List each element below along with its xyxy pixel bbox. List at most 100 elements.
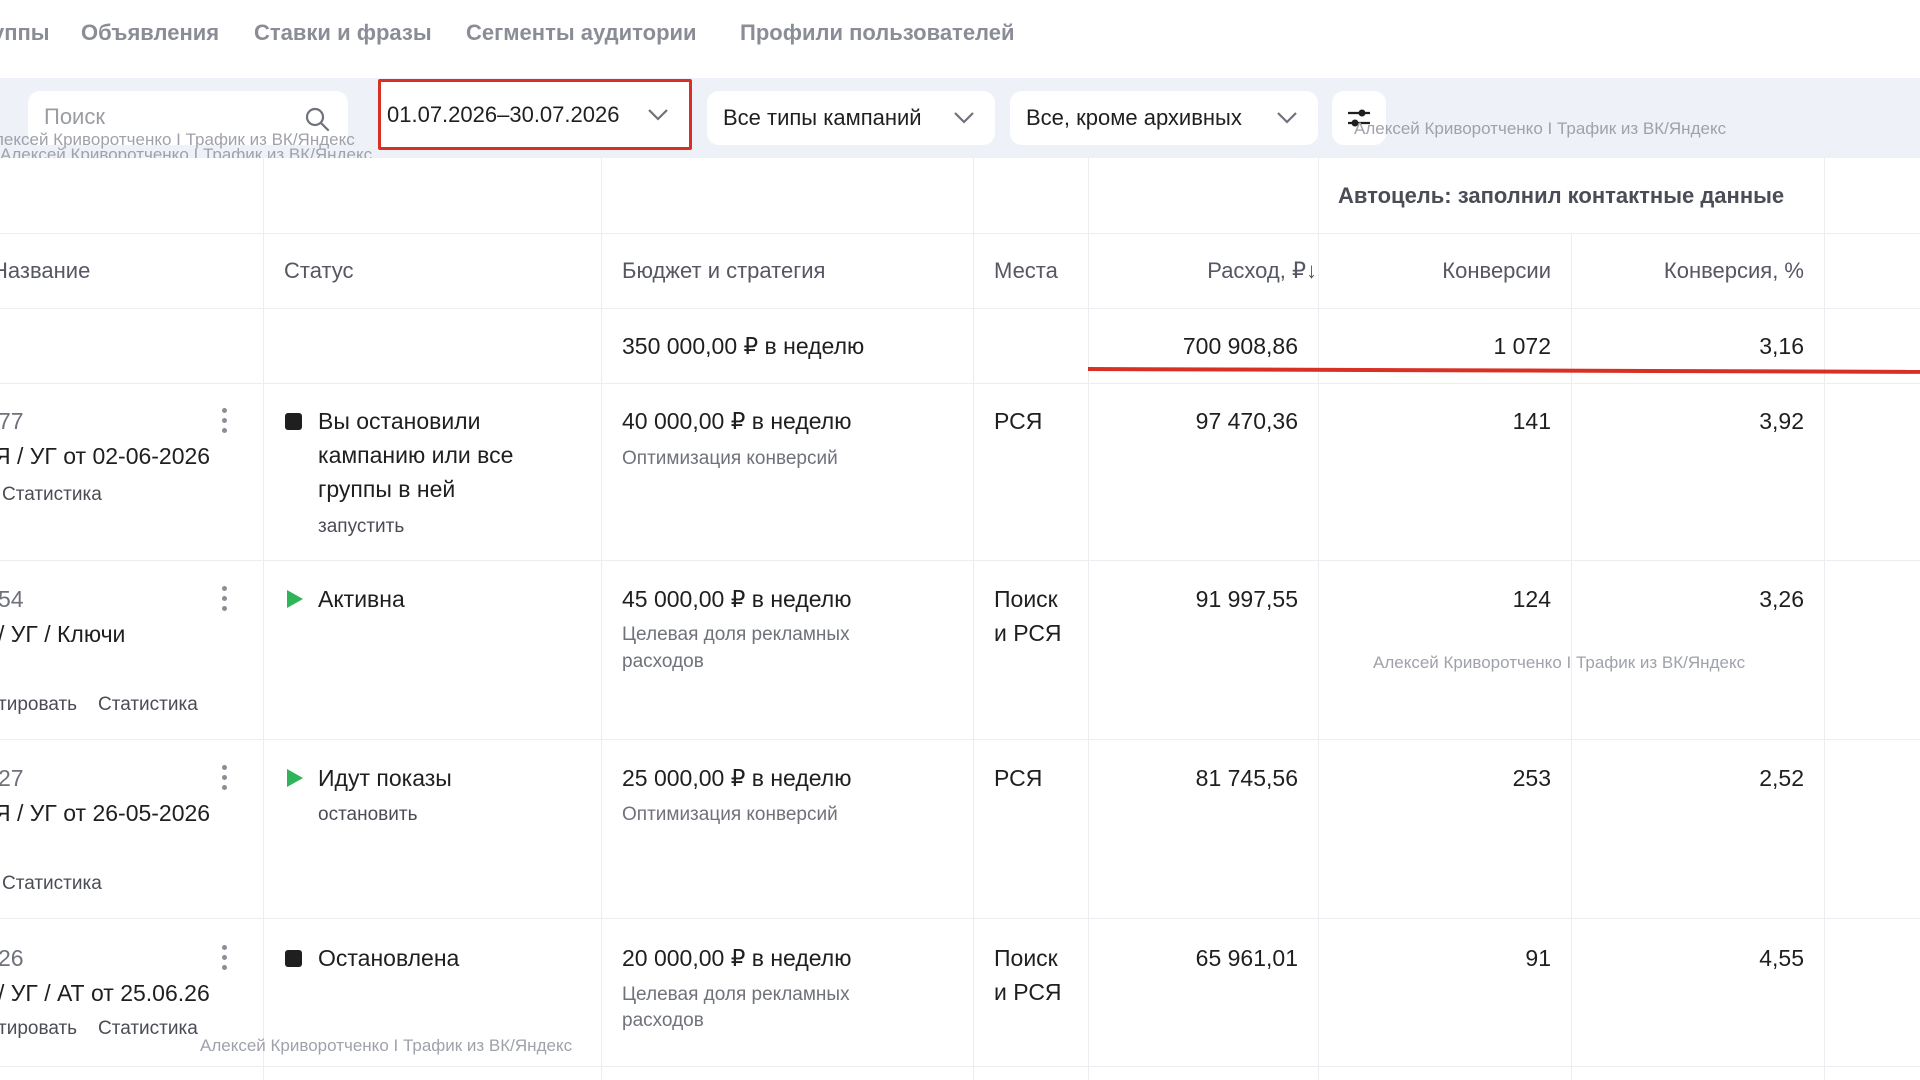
row-divider [0,560,1920,561]
places-value: Поиск [994,945,1058,971]
conversions-value: 141 [1512,408,1551,434]
row-divider [0,383,1920,384]
date-range-dropdown[interactable]: 01.07.2026–30.07.2026 [378,79,692,150]
search-icon[interactable] [304,106,330,132]
kebab-menu-icon[interactable] [222,945,228,973]
conversion-rate-value: 4,55 [1759,945,1804,971]
strategy-value: Оптимизация конверсий [622,448,838,469]
statistics-link[interactable]: Статистика [2,484,102,506]
status-text: Идут показы [318,765,452,791]
column-divider [263,158,264,1080]
search-input[interactable] [44,101,304,133]
kebab-menu-icon[interactable] [222,765,228,793]
totals-conversion-rate: 3,16 [1759,333,1804,359]
campaign-name[interactable]: / УГ / АТ от 25.06.26 [0,980,210,1007]
conversions-value: 91 [1525,945,1551,971]
stopped-status-icon [285,413,302,430]
goal-group-header: Автоцель: заполнил контактные данные [1338,183,1785,208]
strategy-value: Целевая доля рекламных [622,624,850,645]
chevron-down-icon [1277,112,1297,124]
totals-conversions: 1 072 [1493,333,1551,359]
tabs-bar: уппы Объявления Ставки и фразы Сегменты … [0,0,1920,78]
status-text: Остановлена [318,945,460,971]
play-status-icon [287,769,303,787]
budget-value: 20 000,00 ₽ в неделю [622,945,852,971]
tab-groups[interactable]: уппы [0,20,50,46]
tab-ads[interactable]: Объявления [81,20,219,46]
campaign-id: 27 [0,765,24,791]
budget-value: 25 000,00 ₽ в неделю [622,765,852,791]
row-divider [0,1066,1920,1067]
row-divider [0,308,1920,309]
chevron-down-icon [954,112,974,124]
start-campaign-link[interactable]: запустить [318,516,404,538]
stop-campaign-link[interactable]: остановить [318,804,418,826]
column-header-name[interactable]: Название [0,258,90,284]
column-header-places[interactable]: Места [994,258,1058,284]
date-range-value: 01.07.2026–30.07.2026 [387,101,620,127]
column-header-budget[interactable]: Бюджет и стратегия [622,258,825,284]
statistics-link[interactable]: Статистика [98,694,198,716]
column-header-status[interactable]: Статус [284,258,354,284]
budget-value: 40 000,00 ₽ в неделю [622,408,852,434]
watermark: Алексей Криворотченко I Трафик из ВК/Янд… [200,1036,573,1055]
edit-link[interactable]: тировать [0,694,77,716]
status-text: Активна [318,586,405,612]
strategy-value: Оптимизация конверсий [622,804,838,825]
column-divider [1318,158,1319,1080]
strategy-value: расходов [622,1010,704,1031]
column-divider [1824,158,1825,1080]
strategy-value: Целевая доля рекламных [622,984,850,1005]
places-value: Поиск [994,586,1058,612]
campaign-name[interactable]: Я / УГ от 26-05-2026 [0,800,210,827]
watermark: Алексей Криворотченко I Трафик из ВК/Янд… [0,145,373,158]
status-text: кампанию или все [318,442,514,468]
play-status-icon [287,590,303,608]
watermark: Алексей Криворотченко I Трафик из ВК/Янд… [1373,653,1746,672]
tab-user-profiles[interactable]: Профили пользователей [740,20,1015,46]
campaign-name[interactable]: / УГ / Ключи [0,621,125,648]
places-value: РСЯ [994,408,1043,434]
conversion-rate-value: 3,92 [1759,408,1804,434]
campaign-id: 26 [0,945,24,971]
campaign-name[interactable]: Я / УГ от 02-06-2026 [0,443,210,470]
places-value: РСЯ [994,765,1043,791]
spend-value: 81 745,56 [1195,765,1298,791]
spend-value: 91 997,55 [1195,586,1298,612]
kebab-menu-icon[interactable] [222,586,228,614]
places-value: и РСЯ [994,620,1062,646]
column-header-conversions[interactable]: Конверсии [1330,258,1551,284]
kebab-menu-icon[interactable] [222,408,228,436]
campaign-types-dropdown[interactable]: Все типы кампаний [707,91,995,145]
conversions-value: 124 [1512,586,1551,612]
filters-toolbar: 01.07.2026–30.07.2026 Все типы кампаний … [0,78,1920,158]
campaign-id: 77 [0,408,24,434]
conversion-rate-value: 3,26 [1759,586,1804,612]
row-divider [0,739,1920,740]
archive-filter-dropdown[interactable]: Все, кроме архивных [1010,91,1318,145]
statistics-link[interactable]: Статистика [2,873,102,895]
archive-filter-value: Все, кроме архивных [1026,105,1242,130]
campaign-types-value: Все типы кампаний [723,105,922,130]
edit-link[interactable]: тировать [0,1018,77,1040]
spend-value: 65 961,01 [1195,945,1298,971]
status-text: группы в ней [318,476,456,502]
row-divider [0,233,1920,234]
totals-budget: 350 000,00 ₽ в неделю [622,333,865,359]
tab-bids-phrases[interactable]: Ставки и фразы [254,20,432,46]
highlight-underline [1087,367,1920,374]
stopped-status-icon [285,950,302,967]
column-header-conversion-rate[interactable]: Конверсия, % [1583,258,1804,284]
chevron-down-icon [648,108,668,121]
column-divider [1088,158,1089,1080]
budget-value: 45 000,00 ₽ в неделю [622,586,852,612]
column-header-spend[interactable]: Расход, ₽↓ [1100,258,1317,284]
strategy-value: расходов [622,651,704,672]
row-divider [0,918,1920,919]
tab-audience-segments[interactable]: Сегменты аудитории [466,20,697,46]
column-divider [973,158,974,1080]
column-divider [601,158,602,1080]
statistics-link[interactable]: Статистика [98,1018,198,1040]
watermark: Алексей Криворотченко I Трафик из ВК/Янд… [1354,119,1727,138]
places-value: и РСЯ [994,979,1062,1005]
